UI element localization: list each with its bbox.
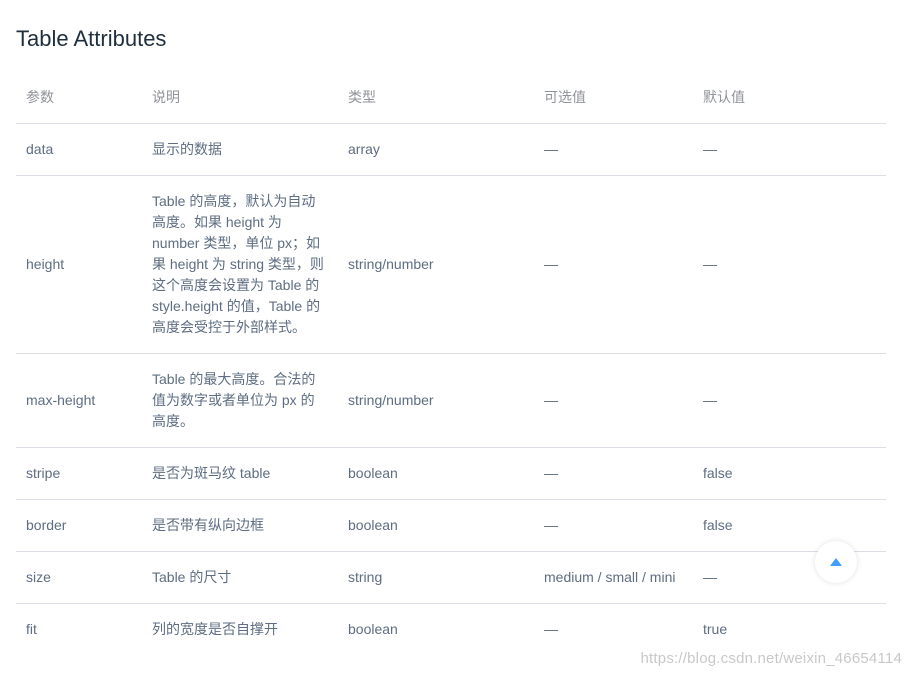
table-row: border 是否带有纵向边框 boolean — false (16, 499, 886, 552)
cell-param: data (16, 123, 142, 176)
cell-description: Table 的最大高度。合法的值为数字或者单位为 px 的高度。 (142, 353, 338, 448)
cell-type: boolean (338, 447, 534, 500)
watermark: https://blog.csdn.net/weixin_46654114 (640, 650, 902, 667)
table-row: fit 列的宽度是否自撑开 boolean — true (16, 604, 886, 656)
cell-default: — (693, 551, 886, 604)
cell-type: string (338, 551, 534, 604)
cell-type: string/number (338, 175, 534, 354)
cell-accepted-values: — (534, 123, 693, 176)
cell-type: boolean (338, 499, 534, 552)
cell-default: — (693, 123, 886, 176)
back-to-top-button[interactable] (815, 541, 857, 583)
table-row: height Table 的高度，默认为自动高度。如果 height 为 num… (16, 175, 886, 354)
cell-param: size (16, 551, 142, 604)
cell-default: false (693, 499, 886, 552)
cell-description: 列的宽度是否自撑开 (152, 621, 278, 637)
cell-accepted-values: — (534, 175, 693, 354)
cell-type: string/number (338, 353, 534, 448)
cell-accepted-values: medium / small / mini (534, 551, 693, 604)
cell-default: — (693, 175, 886, 354)
cell-accepted-values: — (544, 621, 558, 637)
cell-description: Table 的尺寸 (142, 551, 338, 604)
header-default: 默认值 (693, 70, 886, 124)
cell-param: fit (26, 621, 37, 637)
cell-description: 显示的数据 (142, 123, 338, 176)
header-param: 参数 (16, 70, 142, 124)
cell-accepted-values: — (534, 353, 693, 448)
cell-type: boolean (348, 621, 398, 637)
table-row: size Table 的尺寸 string medium / small / m… (16, 551, 886, 604)
table-row: stripe 是否为斑马纹 table boolean — false (16, 447, 886, 500)
header-accepted-values: 可选值 (534, 70, 693, 124)
attributes-table: 参数 说明 类型 可选值 默认值 data 显示的数据 array — — he… (16, 70, 886, 655)
cell-param: stripe (16, 447, 142, 500)
cell-default: true (703, 621, 728, 637)
cell-param: height (16, 175, 142, 354)
header-type: 类型 (338, 70, 534, 124)
cell-accepted-values: — (534, 499, 693, 552)
cell-default: — (693, 353, 886, 448)
table-row: data 显示的数据 array — — (16, 123, 886, 176)
table-header-row: 参数 说明 类型 可选值 默认值 (16, 70, 886, 124)
header-description: 说明 (142, 70, 338, 124)
cell-description: Table 的高度，默认为自动高度。如果 height 为 number 类型，… (142, 175, 338, 354)
cell-param: max-height (16, 353, 142, 448)
cell-description: 是否带有纵向边框 (142, 499, 338, 552)
cell-param: border (16, 499, 142, 552)
cell-default: false (693, 447, 886, 500)
cell-accepted-values: — (534, 447, 693, 500)
cell-description: 是否为斑马纹 table (142, 447, 338, 500)
table-row: max-height Table 的最大高度。合法的值为数字或者单位为 px 的… (16, 353, 886, 448)
cell-type: array (338, 123, 534, 176)
page-title: Table Attributes (16, 26, 167, 51)
caret-up-icon (829, 557, 843, 567)
